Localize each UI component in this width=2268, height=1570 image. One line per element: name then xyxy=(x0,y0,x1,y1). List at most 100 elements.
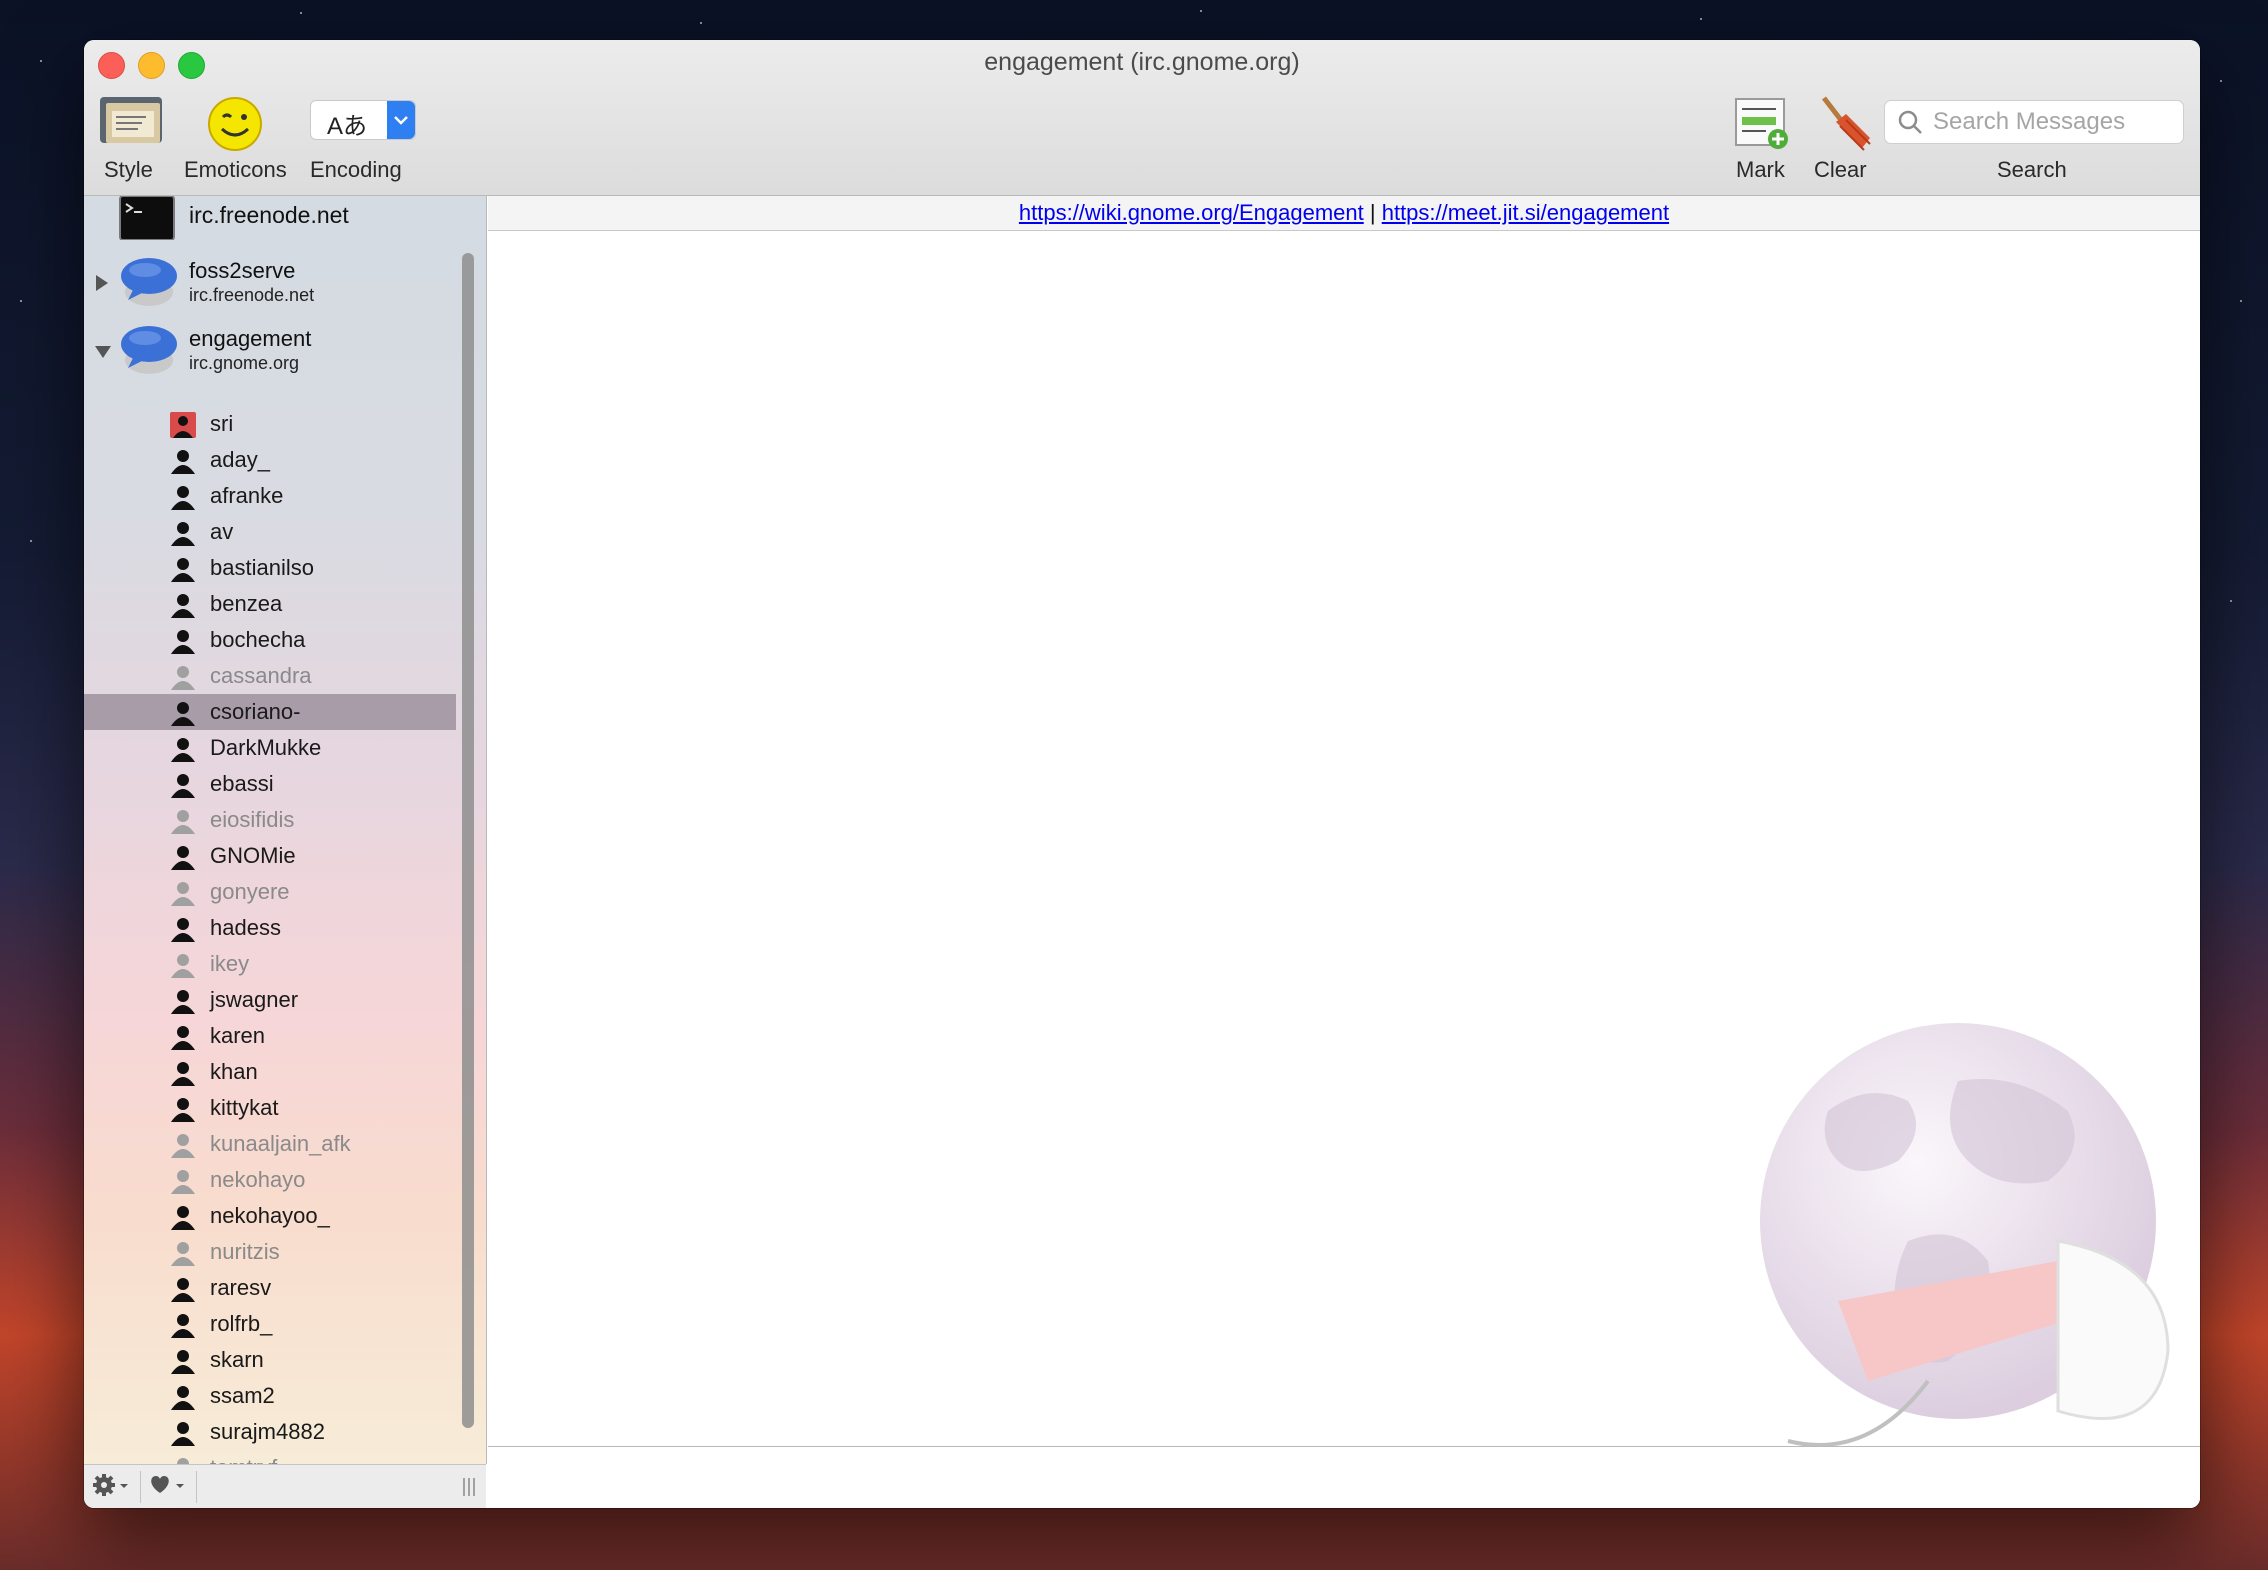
nick-name: GNOMie xyxy=(210,843,296,868)
favorites-menu-button[interactable] xyxy=(146,1471,197,1503)
nick-name: bochecha xyxy=(210,627,306,652)
chat-transcript[interactable] xyxy=(488,231,2200,1483)
nick-name: raresv xyxy=(210,1275,272,1300)
search-field[interactable] xyxy=(1884,100,2184,144)
nick-item[interactable]: hadess xyxy=(84,910,456,946)
nick-name: benzea xyxy=(210,591,283,616)
nick-item[interactable]: ssam2 xyxy=(84,1378,456,1414)
nick-item[interactable]: karen xyxy=(84,1018,456,1054)
sidebar-scrollbar[interactable] xyxy=(462,253,474,1428)
person-icon xyxy=(171,486,195,510)
person-icon xyxy=(171,846,195,870)
person-icon xyxy=(177,1458,189,1464)
search-label: Search xyxy=(1997,157,2067,182)
person-icon xyxy=(171,1278,195,1302)
nick-item[interactable]: DarkMukke xyxy=(84,730,456,766)
person-icon xyxy=(171,1206,195,1230)
nick-name: ikey xyxy=(210,951,250,976)
gear-menu-button[interactable] xyxy=(90,1471,141,1503)
channel-name: engagement xyxy=(189,326,312,351)
nick-item[interactable]: rolfrb_ xyxy=(84,1306,456,1342)
person-icon xyxy=(171,1422,195,1446)
person-icon xyxy=(171,1350,195,1374)
nick-item[interactable]: surajm4882 xyxy=(84,1414,456,1450)
mark-button[interactable]: Mark xyxy=(1724,95,1804,195)
nick-item[interactable]: bastianilso xyxy=(84,550,456,586)
scrollbar-thumb[interactable] xyxy=(462,253,474,1428)
nick-name: karen xyxy=(210,1023,266,1048)
channel-item-foss2serve[interactable]: foss2serve irc.freenode.net xyxy=(84,252,474,318)
nick-item[interactable]: nuritzis xyxy=(84,1234,456,1270)
nick-name: sri xyxy=(210,411,234,436)
nick-item[interactable]: eiosifidis xyxy=(84,802,456,838)
mark-icon xyxy=(1735,98,1788,149)
person-icon xyxy=(171,774,195,798)
nick-item[interactable]: bochecha xyxy=(84,622,456,658)
nick-item[interactable]: ebassi xyxy=(84,766,456,802)
nick-item[interactable]: cassandra xyxy=(84,658,456,694)
nick-item[interactable]: nekohayo xyxy=(84,1162,456,1198)
mark-label: Mark xyxy=(1736,157,1785,182)
nick-item[interactable]: afranke xyxy=(84,478,456,514)
nick-item[interactable]: nekohayoo_ xyxy=(84,1198,456,1234)
nick-name: kunaaljain_afk xyxy=(210,1131,351,1156)
encoding-button[interactable]: Aあ Encoding xyxy=(310,100,420,195)
person-icon xyxy=(171,1314,195,1338)
nick-name: bastianilso xyxy=(210,555,314,580)
person-icon xyxy=(171,630,195,654)
nick-name: ebassi xyxy=(210,771,274,796)
terminal-icon xyxy=(119,196,175,240)
channel-item-engagement[interactable]: engagement irc.gnome.org xyxy=(84,320,474,386)
channel-host: irc.freenode.net xyxy=(189,285,315,305)
nick-item[interactable]: benzea xyxy=(84,586,456,622)
topic-separator: | xyxy=(1369,200,1376,225)
person-icon xyxy=(171,738,195,762)
search-input[interactable] xyxy=(1931,105,2175,139)
emoticons-button[interactable]: Emoticons xyxy=(180,95,290,195)
sidebar-resize-handle[interactable] xyxy=(460,1475,480,1499)
disclosure-right-icon[interactable] xyxy=(94,274,110,292)
person-icon xyxy=(171,1170,195,1194)
nick-item[interactable]: khan xyxy=(84,1054,456,1090)
heart-icon xyxy=(151,1476,184,1493)
operator-person-icon xyxy=(170,412,196,438)
message-input[interactable] xyxy=(488,1446,2200,1508)
clear-label: Clear xyxy=(1814,157,1867,182)
server-item-freenode[interactable]: irc.freenode.net xyxy=(84,196,474,240)
person-icon xyxy=(171,1026,195,1050)
clear-button[interactable]: Clear xyxy=(1804,92,1884,195)
nick-item[interactable]: sri xyxy=(84,406,456,442)
nick-item[interactable]: kittykat xyxy=(84,1090,456,1126)
person-icon xyxy=(171,1062,195,1086)
topic-bar: https://wiki.gnome.org/Engagement | http… xyxy=(488,196,2200,231)
nick-item[interactable]: csoriano- xyxy=(84,694,456,730)
style-button[interactable]: Style xyxy=(92,95,172,195)
topic-link-wiki[interactable]: https://wiki.gnome.org/Engagement xyxy=(1019,200,1364,225)
nick-item[interactable]: tomtryf xyxy=(84,1450,456,1464)
nick-item[interactable]: GNOMie xyxy=(84,838,456,874)
title-toolbar: engagement (irc.gnome.org) Style Emotico… xyxy=(84,40,2200,196)
chevron-down-icon xyxy=(387,101,415,139)
nick-name: cassandra xyxy=(210,663,312,688)
nick-item[interactable]: aday_ xyxy=(84,442,456,478)
encoding-select[interactable]: Aあ xyxy=(310,100,416,140)
nick-item[interactable]: jswagner xyxy=(84,982,456,1018)
person-icon xyxy=(171,450,195,474)
nick-name: gonyere xyxy=(210,879,290,904)
nick-item[interactable]: raresv xyxy=(84,1270,456,1306)
broom-icon xyxy=(1822,96,1871,151)
person-icon xyxy=(171,1242,195,1266)
nick-item[interactable]: ikey xyxy=(84,946,456,982)
nick-item[interactable]: gonyere xyxy=(84,874,456,910)
smiley-icon xyxy=(208,97,262,151)
nick-name: eiosifidis xyxy=(210,807,295,832)
disclosure-down-icon[interactable] xyxy=(94,344,112,360)
person-icon xyxy=(171,1134,195,1158)
sidebar-bottom-bar xyxy=(84,1464,486,1508)
nick-item[interactable]: av xyxy=(84,514,456,550)
person-icon xyxy=(171,810,195,834)
topic-link-meet[interactable]: https://meet.jit.si/engagement xyxy=(1382,200,1669,225)
person-icon xyxy=(171,1386,195,1410)
nick-item[interactable]: skarn xyxy=(84,1342,456,1378)
nick-item[interactable]: kunaaljain_afk xyxy=(84,1126,456,1162)
